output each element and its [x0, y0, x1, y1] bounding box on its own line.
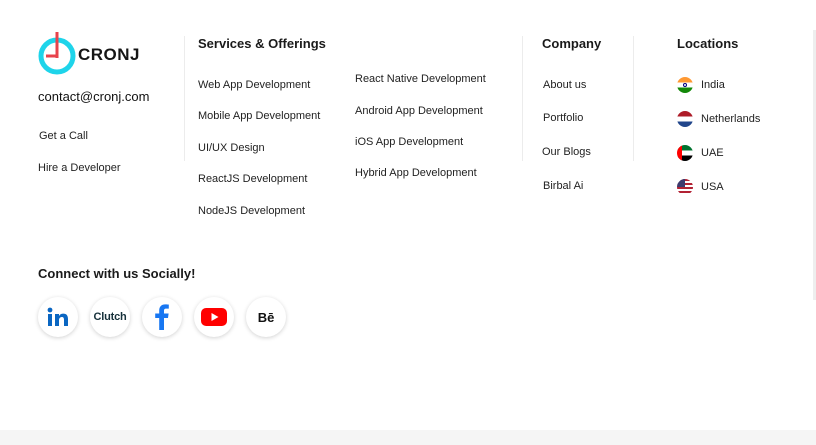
facebook-icon: [155, 304, 169, 330]
hire-developer-link[interactable]: Hire a Developer: [38, 162, 121, 174]
cronj-logo[interactable]: CRONJ: [38, 32, 148, 76]
usa-flag-icon: [677, 179, 693, 195]
linkedin-button[interactable]: [38, 297, 78, 337]
clock-logo-icon: [38, 32, 76, 75]
india-flag-icon: [677, 77, 693, 93]
company-link[interactable]: Portfolio: [543, 112, 583, 124]
location-label: Netherlands: [701, 113, 761, 125]
uae-flag-icon: [677, 145, 693, 161]
social-heading: Connect with us Socially!: [38, 266, 196, 281]
location-label: UAE: [701, 147, 724, 159]
location-netherlands[interactable]: Netherlands: [677, 111, 760, 127]
column-divider: [184, 36, 185, 161]
netherlands-flag-icon: [677, 111, 693, 127]
service-link[interactable]: ReactJS Development: [198, 173, 307, 185]
service-link[interactable]: Mobile App Development: [198, 110, 320, 122]
service-link[interactable]: Web App Development: [198, 79, 310, 91]
behance-icon: Bē: [257, 309, 275, 325]
white-strip: [0, 383, 816, 430]
service-link[interactable]: Hybrid App Development: [355, 167, 477, 179]
service-link[interactable]: NodeJS Development: [198, 205, 305, 217]
service-link[interactable]: Android App Development: [355, 105, 483, 117]
column-divider: [633, 36, 634, 161]
service-link[interactable]: React Native Development: [355, 73, 486, 85]
column-divider: [522, 36, 523, 161]
locations-heading: Locations: [677, 36, 739, 51]
location-india[interactable]: India: [677, 77, 725, 93]
clutch-button[interactable]: Clutch: [90, 297, 130, 337]
company-heading: Company: [542, 36, 602, 51]
logo-wordmark: CRONJ: [78, 45, 141, 64]
get-a-call-link[interactable]: Get a Call: [39, 130, 88, 142]
company-link[interactable]: Birbal Ai: [543, 180, 583, 192]
contact-email-link[interactable]: contact@cronj.com: [38, 89, 149, 104]
behance-button[interactable]: Bē: [246, 297, 286, 337]
linkedin-icon: [47, 307, 68, 326]
location-label: USA: [701, 181, 724, 193]
site-footer: CRONJ contact@cronj.com Get a Call Hire …: [0, 0, 816, 383]
bottom-band: [0, 430, 816, 445]
services-heading: Services & Offerings: [198, 36, 326, 51]
service-link[interactable]: UI/UX Design: [198, 142, 265, 154]
company-link[interactable]: Our Blogs: [542, 146, 591, 158]
youtube-button[interactable]: [194, 297, 234, 337]
location-uae[interactable]: UAE: [677, 145, 724, 161]
youtube-icon: [201, 308, 227, 326]
facebook-button[interactable]: [142, 297, 182, 337]
company-link[interactable]: About us: [543, 79, 586, 91]
service-link[interactable]: iOS App Development: [355, 136, 463, 148]
location-label: India: [701, 79, 725, 91]
location-usa[interactable]: USA: [677, 179, 724, 195]
clutch-icon: Clutch: [93, 311, 127, 323]
